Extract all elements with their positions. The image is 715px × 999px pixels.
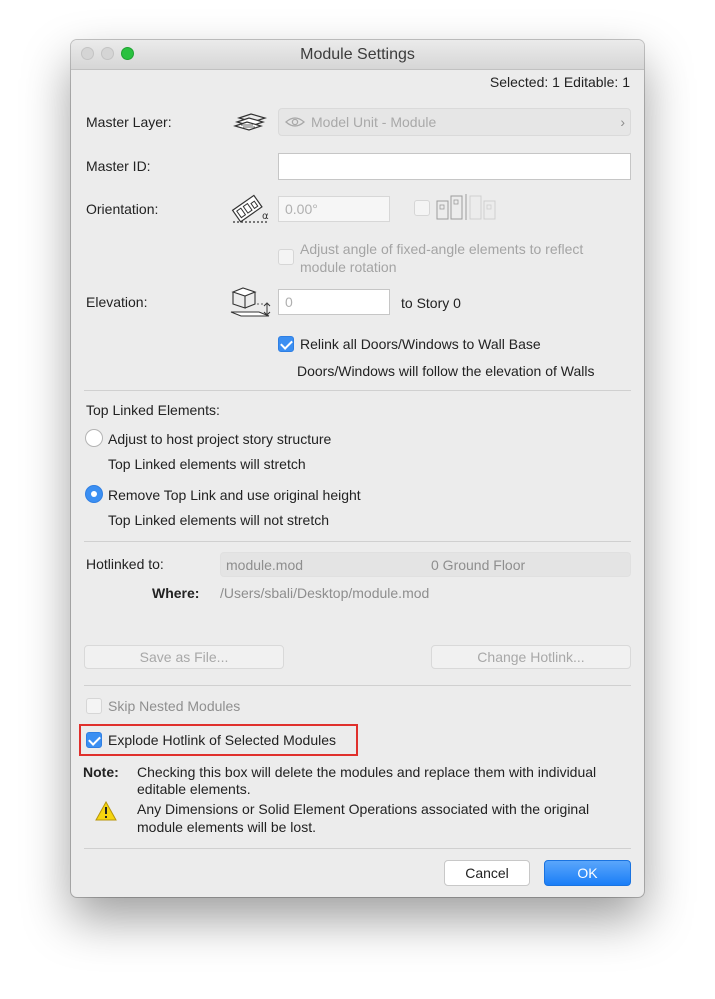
adjust-angle-label-line2: module rotation [300,259,397,275]
window-title: Module Settings [300,46,415,63]
skip-nested-modules-label: Skip Nested Modules [108,698,241,714]
warning-icon [95,801,117,821]
note-line2: editable elements. [137,781,251,797]
divider [84,541,631,542]
remove-top-link-label: Remove Top Link and use original height [108,487,361,503]
master-id-label: Master ID: [86,158,151,174]
master-layer-label: Master Layer: [86,114,172,130]
selection-info: Selected: 1 Editable: 1 [489,74,630,90]
adjust-angle-label-line1: Adjust angle of fixed-angle elements to … [300,241,584,257]
chevron-right-icon: › [620,114,625,130]
adjust-angle-checkbox[interactable] [278,249,294,265]
cancel-button[interactable]: Cancel [444,860,530,886]
divider [84,848,631,849]
warning-line1: Any Dimensions or Solid Element Operatio… [137,801,590,817]
elevation-icon [229,284,275,320]
orientation-label: Orientation: [86,201,159,217]
eye-icon [285,115,305,129]
orientation-icon: α [229,192,275,228]
adjust-host-story-note: Top Linked elements will stretch [108,456,306,472]
change-hotlink-button[interactable]: Change Hotlink... [431,645,631,669]
save-as-file-button[interactable]: Save as File... [84,645,284,669]
ok-button[interactable]: OK [544,860,631,886]
hotlink-file: module.mod [226,557,304,573]
explode-hotlink-label: Explode Hotlink of Selected Modules [108,732,337,748]
note-line1: Checking this box will delete the module… [137,764,597,780]
svg-text:α: α [262,211,269,222]
to-story-label: to Story 0 [401,295,461,311]
top-linked-heading: Top Linked Elements: [86,402,220,418]
master-layer-value: Model Unit - Module [311,114,437,130]
adjust-host-story-label: Adjust to host project story structure [108,431,332,447]
orientation-angle-field[interactable]: 0.00° [278,196,390,222]
remove-top-link-note: Top Linked elements will not stretch [108,512,329,528]
note-label: Note: [83,764,119,780]
elevation-field[interactable]: 0 [278,289,390,315]
mirror-building-icons [435,193,497,221]
title-bar: Module Settings [71,40,644,70]
hotlink-source-display: module.mod 0 Ground Floor [220,552,631,577]
elevation-label: Elevation: [86,294,148,310]
divider [84,390,631,391]
divider [84,685,631,686]
warning-line2: module elements will be lost. [137,819,316,835]
relink-doors-note: Doors/Windows will follow the elevation … [297,363,595,379]
explode-hotlink-checkbox[interactable] [86,732,102,748]
relink-doors-checkbox[interactable] [278,336,294,352]
relink-doors-label: Relink all Doors/Windows to Wall Base [300,336,541,352]
master-layer-popup[interactable]: Model Unit - Module › [278,108,631,136]
layer-icon [233,110,269,134]
orientation-mode-checkbox[interactable] [414,200,430,216]
where-label: Where: [152,585,200,601]
master-id-field[interactable] [278,153,631,180]
where-path: /Users/sbali/Desktop/module.mod [220,585,430,601]
hotlinked-to-label: Hotlinked to: [86,556,164,572]
hotlink-floor: 0 Ground Floor [431,557,526,573]
remove-top-link-radio[interactable] [85,485,103,503]
adjust-host-story-radio[interactable] [85,429,103,447]
module-settings-dialog: Module Settings Selected: 1 Editable: 1 … [71,40,644,897]
skip-nested-modules-checkbox[interactable] [86,698,102,714]
